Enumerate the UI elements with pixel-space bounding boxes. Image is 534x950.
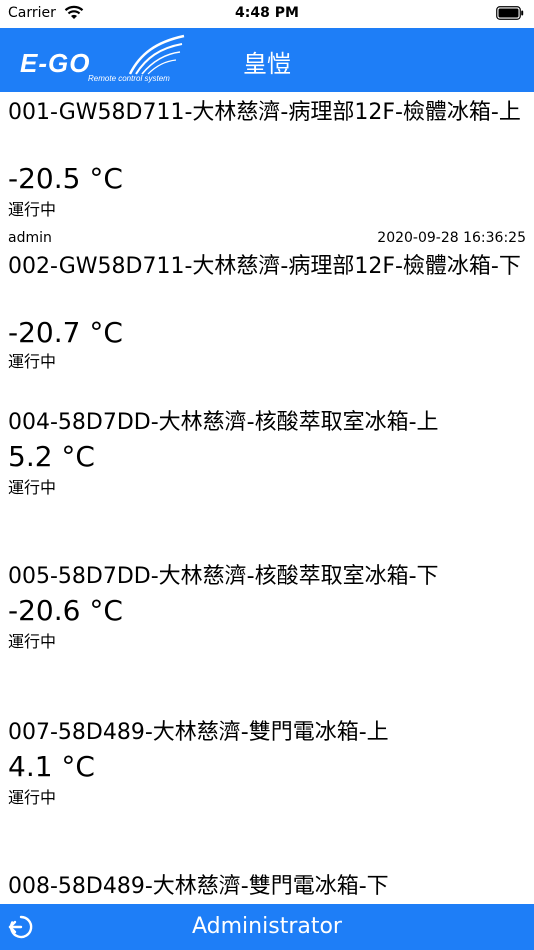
- last-update-time: 2020-09-28 16:36:25: [377, 230, 526, 246]
- device-status: 運行中: [8, 478, 57, 497]
- device-name: 007-58D489-大林慈濟-雙門電冰箱-上: [8, 720, 389, 745]
- device-temperature: -20.5 °C: [8, 162, 123, 195]
- device-status: 運行中: [8, 632, 57, 651]
- device-name: 002-GW58D711-大林慈濟-病理部12F-檢體冰箱-下: [8, 254, 521, 279]
- device-name: 004-58D7DD-大林慈濟-核酸萃取室冰箱-上: [8, 410, 439, 435]
- device-status: 運行中: [8, 788, 57, 807]
- list-item[interactable]: 001-GW58D711-大林慈濟-病理部12F-檢體冰箱-上 -20.5 °C…: [0, 92, 534, 246]
- last-user: admin: [8, 230, 52, 246]
- device-temperature: -20.7 °C: [8, 316, 123, 349]
- status-time: 4:48 PM: [235, 5, 299, 21]
- list-item[interactable]: 007-58D489-大林慈濟-雙門電冰箱-上 4.1 °C 運行中: [0, 718, 534, 858]
- list-item[interactable]: 004-58D7DD-大林慈濟-核酸萃取室冰箱-上 5.2 °C 運行中: [0, 408, 534, 548]
- bottom-bar: Administrator: [0, 904, 534, 950]
- nav-bar: E-GO Remote control system 皇愷: [0, 28, 534, 92]
- device-temperature: -20.6 °C: [8, 594, 123, 627]
- battery-icon: [496, 6, 524, 20]
- account-title: Administrator: [192, 914, 342, 939]
- device-list[interactable]: 001-GW58D711-大林慈濟-病理部12F-檢體冰箱-上 -20.5 °C…: [0, 92, 534, 904]
- device-temperature: 5.2 °C: [8, 440, 95, 473]
- list-item[interactable]: 002-GW58D711-大林慈濟-病理部12F-檢體冰箱-下 -20.7 °C…: [0, 252, 534, 388]
- device-name: 008-58D489-大林慈濟-雙門電冰箱-下: [8, 874, 389, 899]
- list-item[interactable]: 008-58D489-大林慈濟-雙門電冰箱-下: [0, 872, 534, 904]
- list-item[interactable]: 005-58D7DD-大林慈濟-核酸萃取室冰箱-下 -20.6 °C 運行中: [0, 562, 534, 702]
- device-name: 005-58D7DD-大林慈濟-核酸萃取室冰箱-下: [8, 564, 439, 589]
- status-bar: Carrier 4:48 PM: [0, 0, 534, 28]
- page-title: 皇愷: [243, 50, 291, 78]
- device-status: 運行中: [8, 200, 57, 219]
- device-name: 001-GW58D711-大林慈濟-病理部12F-檢體冰箱-上: [8, 100, 521, 125]
- device-status: 運行中: [8, 352, 57, 371]
- device-temperature: 4.1 °C: [8, 750, 95, 783]
